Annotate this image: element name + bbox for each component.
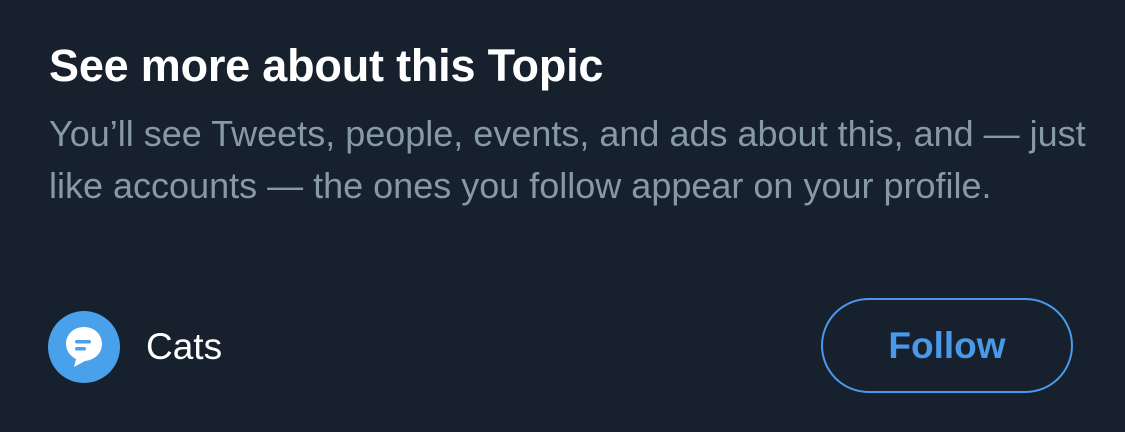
topic-follow-card: See more about this Topic You’ll see Twe… (0, 0, 1125, 432)
topic-row: Cats (48, 311, 222, 383)
card-title: See more about this Topic (49, 40, 604, 91)
topic-speech-bubble-icon (48, 311, 120, 383)
card-description: You’ll see Tweets, people, events, and a… (49, 113, 1086, 206)
topic-name: Cats (146, 326, 223, 367)
follow-button[interactable]: Follow (821, 298, 1073, 393)
